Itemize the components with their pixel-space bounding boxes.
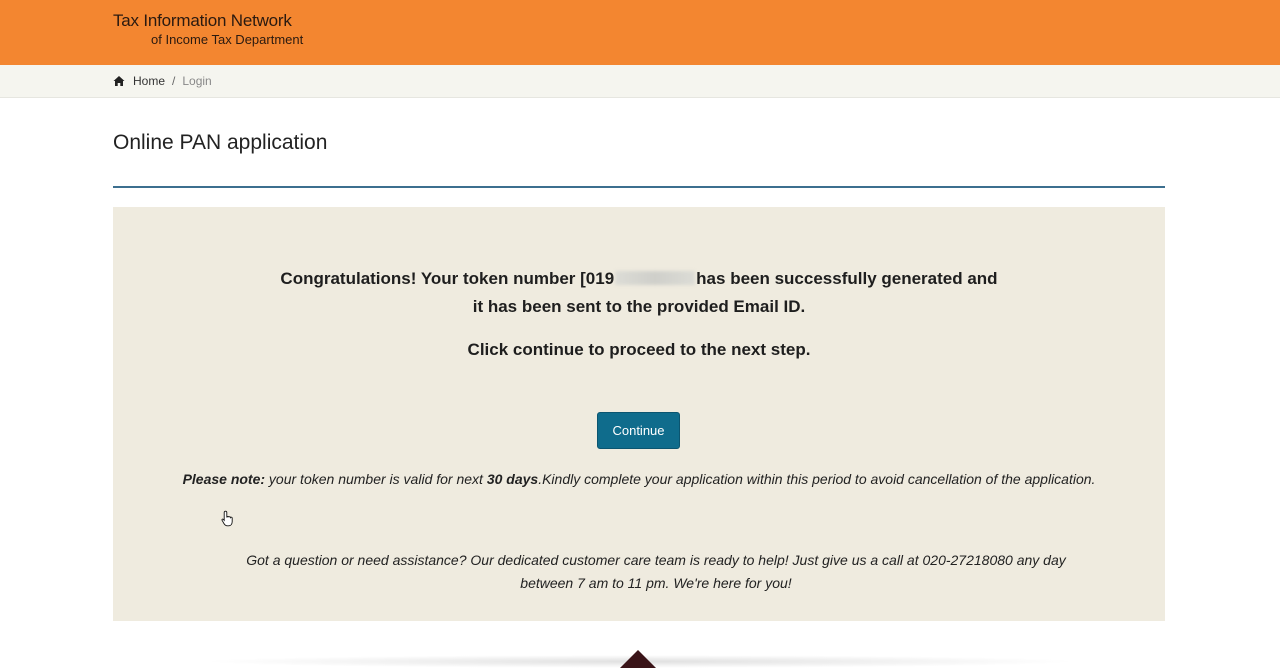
note-text-1: your token number is valid for next [265, 471, 487, 487]
breadcrumb-home-link[interactable]: Home [133, 74, 165, 88]
note-text-2: .Kindly complete your application within… [538, 471, 1096, 487]
breadcrumb: Home / Login [113, 74, 212, 88]
scroll-up-arrow-icon[interactable] [620, 650, 656, 668]
site-logo[interactable]: Tax Information Network of Income Tax De… [113, 11, 304, 47]
next-step-message: Click continue to proceed to the next st… [467, 340, 811, 359]
title-divider [113, 186, 1165, 188]
page-title: Online PAN application [113, 131, 328, 154]
breadcrumb-current: Login [182, 74, 212, 88]
logo-title: Tax Information Network [113, 11, 292, 30]
congrats-suffix: has been successfully generated and [696, 269, 998, 288]
note-label: Please note: [182, 471, 266, 487]
home-icon [113, 76, 125, 86]
help-line2: between 7 am to 11 pm. We're here for yo… [520, 575, 792, 591]
site-header: Tax Information Network of Income Tax De… [0, 0, 1280, 65]
customer-care-message: Got a question or need assistance? Our d… [203, 549, 1109, 595]
breadcrumb-separator: / [172, 74, 176, 88]
logo-subtitle: of Income Tax Department [151, 31, 304, 47]
breadcrumb-bar: Home / Login [0, 65, 1280, 98]
continue-button[interactable]: Continue [597, 412, 680, 449]
success-panel: Congratulations! Your token number [019 h… [113, 207, 1165, 621]
help-line1: Got a question or need assistance? Our d… [246, 552, 1066, 568]
hand-cursor-icon [221, 510, 233, 527]
congrats-prefix: Congratulations! Your token number [019 [280, 269, 615, 288]
token-number-redacted [615, 271, 696, 285]
note-days: 30 days [486, 471, 539, 487]
congrats-line2: it has been sent to the provided Email I… [472, 297, 806, 316]
validity-note: Please note: your token number is valid … [96, 471, 1182, 487]
congrats-message: Congratulations! Your token number [019 h… [113, 265, 1165, 321]
